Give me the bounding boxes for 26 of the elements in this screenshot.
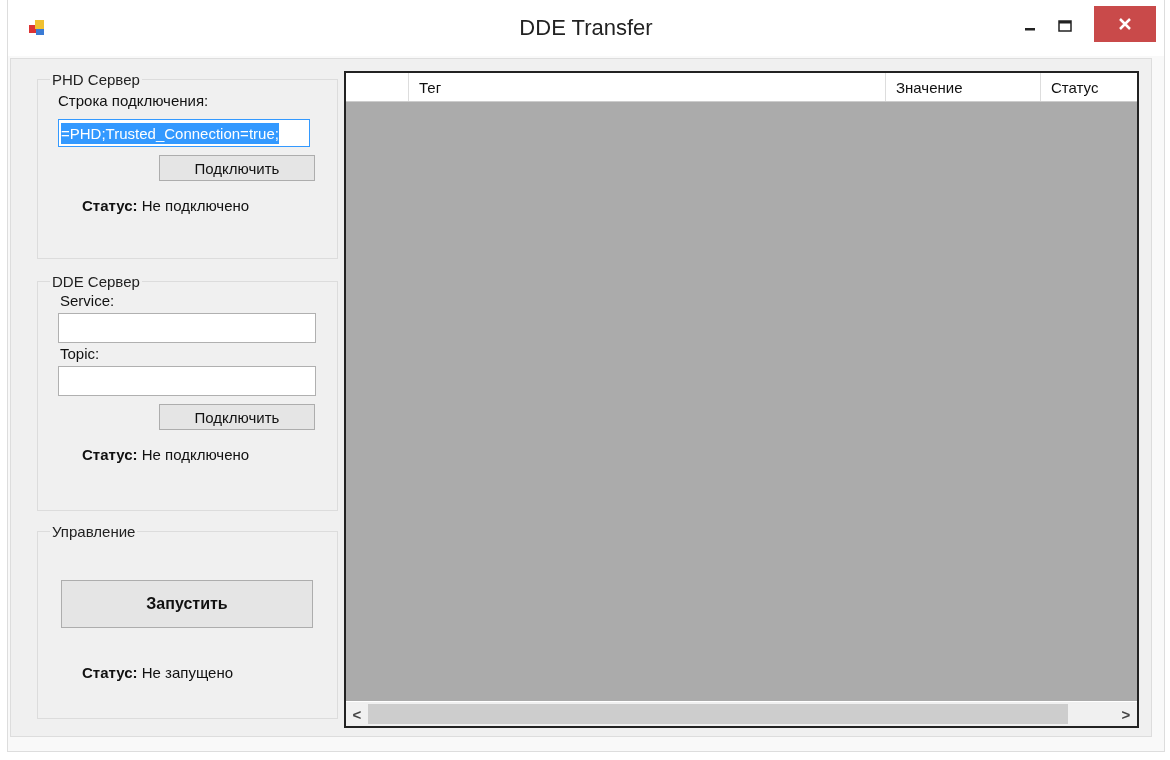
scroll-thumb[interactable] [368, 704, 1068, 724]
group-title: PHD Сервер [51, 71, 141, 88]
status-text: Статус: Не подключено [82, 197, 251, 214]
start-button[interactable]: Запустить [61, 580, 313, 628]
close-button[interactable] [1094, 6, 1156, 42]
column-header[interactable]: Значение [886, 73, 1041, 101]
field-label: Topic: [60, 345, 101, 362]
group-title: DDE Сервер [51, 273, 141, 290]
status-text: Статус: Не запущено [82, 664, 235, 681]
field-label: Service: [60, 292, 116, 309]
scroll-left-arrow[interactable]: < [346, 705, 368, 723]
connect-button[interactable]: Подключить [159, 155, 315, 181]
connect-button[interactable]: Подключить [159, 404, 315, 430]
field-label: Строка подключения: [58, 92, 210, 109]
scroll-right-arrow[interactable]: > [1115, 705, 1137, 723]
maximize-icon[interactable] [1058, 20, 1072, 32]
column-header[interactable]: Тег [409, 73, 886, 101]
group-title: Управление [51, 523, 137, 540]
window-title: DDE Transfer [519, 15, 653, 41]
horizontal-scrollbar[interactable]: < > [346, 701, 1137, 726]
app-icon [28, 19, 46, 37]
column-header[interactable]: Статус [1041, 73, 1137, 101]
close-icon [1118, 17, 1132, 31]
input-field[interactable] [58, 366, 316, 396]
input-field[interactable] [58, 313, 316, 343]
status-text: Статус: Не подключено [82, 446, 251, 463]
